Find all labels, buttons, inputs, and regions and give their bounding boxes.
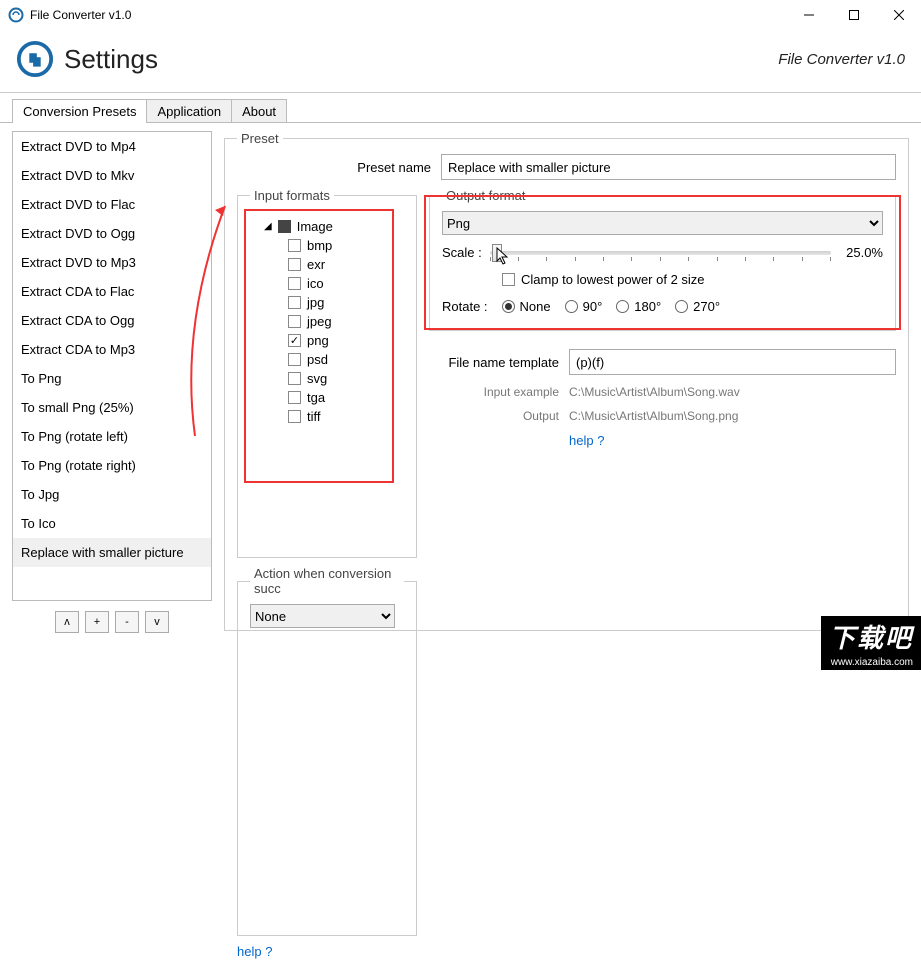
preset-item[interactable]: To Png (rotate right): [13, 451, 211, 480]
scale-slider[interactable]: [490, 251, 831, 255]
example-label: Input example: [429, 385, 569, 399]
slider-thumb[interactable]: [492, 244, 502, 262]
maximize-button[interactable]: [831, 0, 876, 30]
add-button[interactable]: +: [85, 611, 109, 633]
output-path-value: C:\Music\Artist\Album\Song.png: [569, 409, 738, 423]
action-select[interactable]: None: [250, 604, 395, 628]
move-down-button[interactable]: v: [145, 611, 169, 633]
preset-list[interactable]: Extract DVD to Mp4Extract DVD to MkvExtr…: [12, 131, 212, 601]
output-path-label: Output: [429, 409, 569, 423]
settings-icon: [16, 40, 54, 78]
preset-legend: Preset: [237, 131, 283, 146]
highlight-box-output: [424, 195, 901, 330]
move-up-button[interactable]: ʌ: [55, 611, 79, 633]
preset-item[interactable]: To Ico: [13, 509, 211, 538]
preset-item[interactable]: Extract DVD to Mkv: [13, 161, 211, 190]
help-link-action[interactable]: help ?: [237, 944, 272, 959]
window-title: File Converter v1.0: [30, 8, 786, 22]
brand-label: File Converter v1.0: [778, 51, 905, 68]
app-icon: [8, 7, 24, 23]
preset-item[interactable]: Extract CDA to Ogg: [13, 306, 211, 335]
preset-item[interactable]: Extract CDA to Flac: [13, 277, 211, 306]
minimize-button[interactable]: [786, 0, 831, 30]
preset-name-input[interactable]: [441, 154, 896, 180]
close-button[interactable]: Close: [827, 618, 907, 644]
action-legend: Action when conversion succ: [250, 566, 404, 596]
preset-item[interactable]: Extract CDA to Mp3: [13, 335, 211, 364]
preset-item[interactable]: To small Png (25%): [13, 393, 211, 422]
help-link-template[interactable]: help ?: [569, 433, 604, 448]
template-label: File name template: [429, 355, 569, 370]
remove-button[interactable]: -: [115, 611, 139, 633]
template-input[interactable]: [569, 349, 896, 375]
input-formats-legend: Input formats: [250, 188, 334, 203]
preset-item[interactable]: To Png: [13, 364, 211, 393]
preset-item[interactable]: Extract DVD to Flac: [13, 190, 211, 219]
page-title: Settings: [64, 44, 778, 75]
tab-conversion-presets[interactable]: Conversion Presets: [12, 99, 147, 123]
tab-about[interactable]: About: [231, 99, 287, 123]
close-window-button[interactable]: [876, 0, 921, 30]
example-value: C:\Music\Artist\Album\Song.wav: [569, 385, 740, 399]
tab-application[interactable]: Application: [146, 99, 232, 123]
preset-item[interactable]: Replace with smaller picture: [13, 538, 211, 567]
preset-item[interactable]: Extract DVD to Ogg: [13, 219, 211, 248]
preset-item[interactable]: To Png (rotate left): [13, 422, 211, 451]
preset-name-label: Preset name: [237, 160, 441, 175]
highlight-box-inputs: [244, 209, 394, 483]
preset-item[interactable]: Extract DVD to Mp3: [13, 248, 211, 277]
preset-item[interactable]: Extract DVD to Mp4: [13, 132, 211, 161]
preset-item[interactable]: To Jpg: [13, 480, 211, 509]
